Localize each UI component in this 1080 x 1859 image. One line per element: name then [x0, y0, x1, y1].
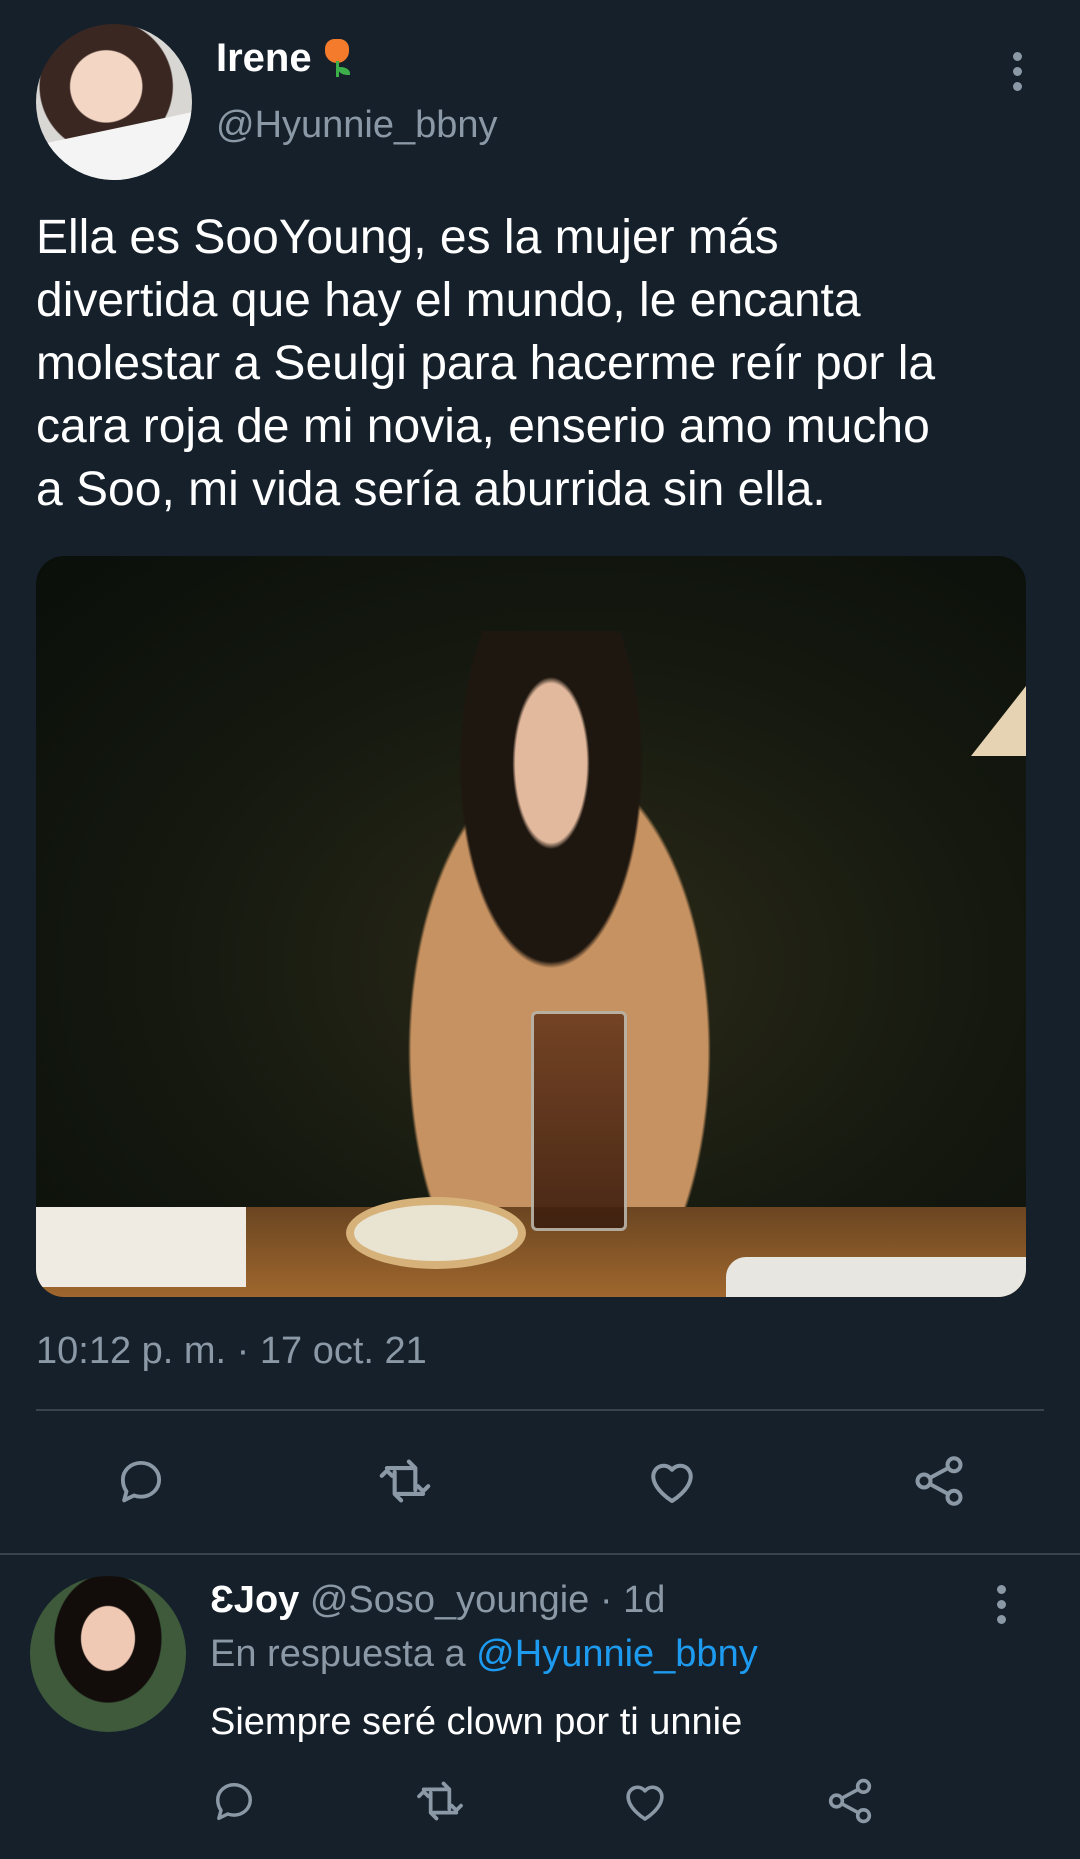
reply-context-prefix: En respuesta a: [210, 1633, 477, 1675]
share-icon[interactable]: [822, 1773, 878, 1829]
reply-text: Siempre seré clown por ti unnie: [210, 1701, 743, 1743]
avatar[interactable]: [30, 1576, 186, 1732]
retweet-icon[interactable]: [412, 1773, 468, 1829]
share-icon[interactable]: [908, 1450, 970, 1512]
reply-tweet[interactable]: ƐJoy @Soso_youngie · 1d En respuesta a @…: [0, 1555, 1080, 1859]
reply-context: En respuesta a @Hyunnie_bbny: [210, 1633, 758, 1676]
reply-header: ƐJoy @Soso_youngie · 1d: [210, 1579, 665, 1622]
reply-action-bar: [0, 1773, 1080, 1833]
tweet-text-line: cara roja de mi novia, enserio amo mucho: [36, 400, 930, 453]
separator: ·: [589, 1579, 624, 1621]
author-name-text: Irene: [216, 36, 312, 80]
like-icon[interactable]: [617, 1773, 673, 1829]
reply-age: 1d: [623, 1579, 666, 1621]
reply-icon[interactable]: [206, 1773, 262, 1829]
author-handle[interactable]: @Hyunnie_bbny: [216, 104, 498, 147]
more-options-icon[interactable]: [1000, 52, 1034, 100]
reply-mention-link[interactable]: @Hyunnie_bbny: [476, 1633, 758, 1675]
reply-icon[interactable]: [110, 1450, 172, 1512]
divider: [36, 1409, 1044, 1411]
tweet-action-bar: [0, 1450, 1080, 1516]
more-options-icon[interactable]: [984, 1585, 1018, 1633]
tweet-text: Ella es SooYoung, es la mujer más divert…: [36, 206, 1046, 521]
reply-author-name[interactable]: ƐJoy: [210, 1579, 299, 1621]
tweet-detail-page: Irene @Hyunnie_bbny Ella es SooYoung, es…: [0, 0, 1080, 1859]
tweet-text-line: Ella es SooYoung, es la mujer más: [36, 211, 779, 264]
avatar[interactable]: [36, 24, 192, 180]
tulip-icon: [320, 38, 354, 79]
tweet-text-line: divertida que hay el mundo, le encanta: [36, 274, 861, 327]
main-tweet: Irene @Hyunnie_bbny Ella es SooYoung, es…: [0, 0, 1080, 1555]
tweet-photo[interactable]: [36, 556, 1026, 1297]
reply-author-handle[interactable]: @Soso_youngie: [310, 1579, 589, 1621]
tweet-timestamp[interactable]: 10:12 p. m. · 17 oct. 21: [36, 1330, 427, 1373]
like-icon[interactable]: [641, 1450, 703, 1512]
author-display-name[interactable]: Irene: [216, 36, 354, 81]
tweet-text-line: molestar a Seulgi para hacerme reír por …: [36, 337, 936, 390]
retweet-icon[interactable]: [374, 1450, 436, 1512]
tweet-text-line: a Soo, mi vida sería aburrida sin ella.: [36, 463, 826, 516]
